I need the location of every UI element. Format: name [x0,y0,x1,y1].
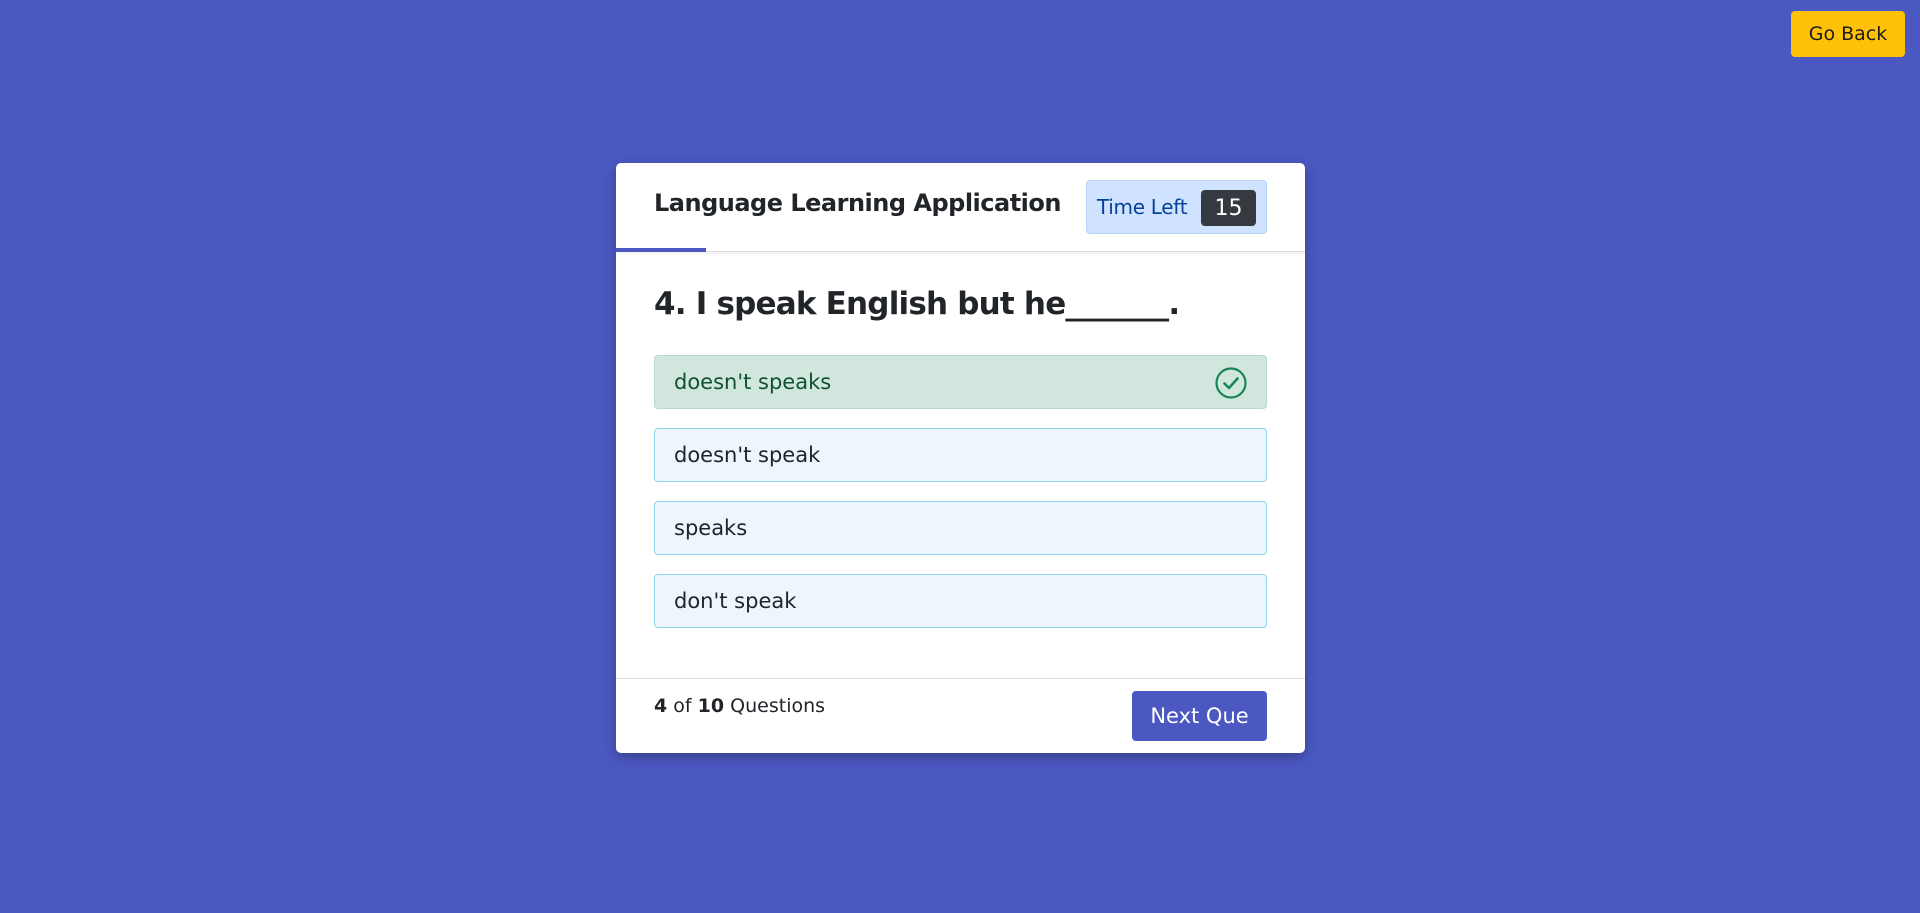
question-text: 4. I speak English but he_______. [654,286,1180,322]
answer-option-label: speaks [674,516,748,540]
question-counter: 4 of 10 Questions [654,695,825,717]
card-body: 4. I speak English but he_______. [616,252,1305,358]
answer-option[interactable]: doesn't speaks [654,355,1267,409]
check-circle-icon [1215,367,1247,399]
counter-questions-word: Questions [730,695,826,717]
card-footer: 4 of 10 Questions Next Que [616,678,1305,753]
answer-option-label: doesn't speaks [674,370,832,394]
answer-options: doesn't speaks doesn't speak speaks don'… [654,355,1267,647]
answer-option-label: doesn't speak [674,443,821,467]
answer-option-label: don't speak [674,589,797,613]
next-question-button[interactable]: Next Que [1132,691,1267,741]
timer-badge: Time Left 15 [1086,180,1267,234]
current-question-number: 4 [654,695,668,717]
go-back-button[interactable]: Go Back [1791,11,1905,57]
timer-value: 15 [1201,190,1256,226]
app-title: Language Learning Application [654,189,1061,217]
timer-label: Time Left [1097,195,1188,219]
answer-option[interactable]: speaks [654,501,1267,555]
counter-of-word: of [673,695,692,717]
quiz-card: Language Learning Application Time Left … [616,163,1305,753]
answer-option[interactable]: don't speak [654,574,1267,628]
answer-option[interactable]: doesn't speak [654,428,1267,482]
card-header: Language Learning Application Time Left … [616,163,1305,252]
total-question-number: 10 [697,695,725,717]
